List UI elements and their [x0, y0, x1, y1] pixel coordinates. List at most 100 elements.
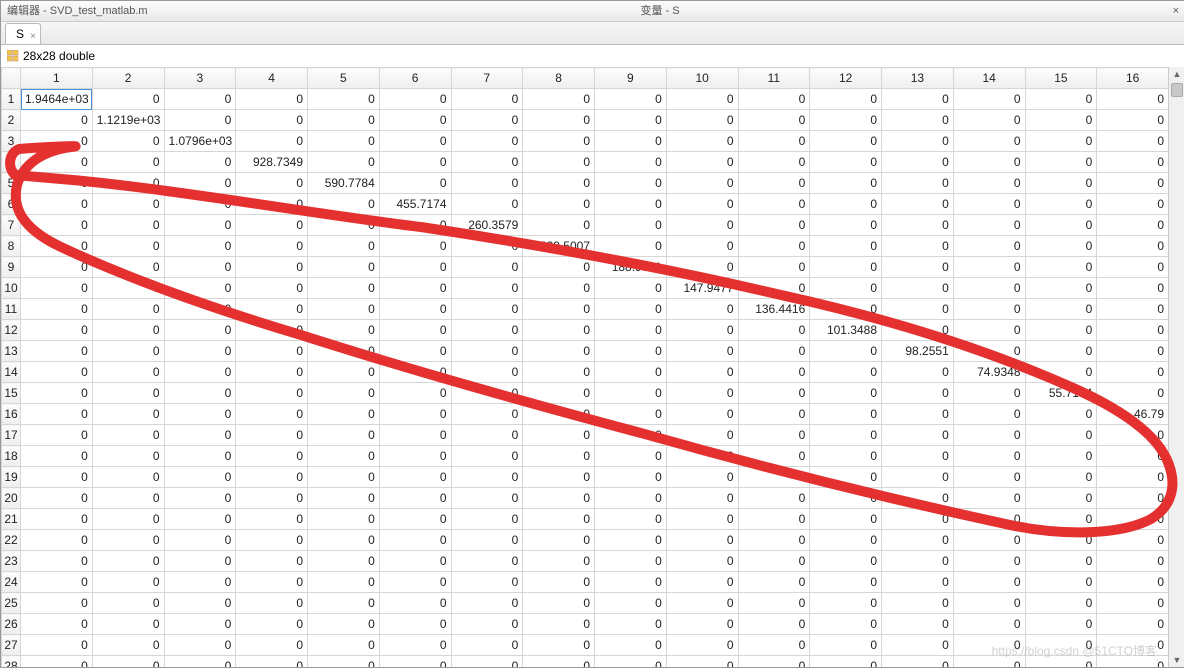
- cell[interactable]: 0: [21, 425, 93, 446]
- cell[interactable]: 0: [1097, 530, 1169, 551]
- cell[interactable]: 0: [308, 425, 380, 446]
- cell[interactable]: 0: [92, 404, 164, 425]
- col-header[interactable]: 5: [308, 68, 380, 89]
- cell[interactable]: 0: [595, 572, 667, 593]
- cell[interactable]: 0: [164, 383, 236, 404]
- cell[interactable]: 0: [451, 131, 523, 152]
- cell[interactable]: 0: [21, 131, 93, 152]
- cell[interactable]: 0: [451, 488, 523, 509]
- cell[interactable]: 0: [236, 509, 308, 530]
- cell[interactable]: 1.1219e+03: [92, 110, 164, 131]
- cell[interactable]: 0: [308, 278, 380, 299]
- cell[interactable]: 0: [953, 215, 1025, 236]
- cell[interactable]: 0: [882, 509, 954, 530]
- cell[interactable]: 590.7784: [308, 173, 380, 194]
- cell[interactable]: 0: [308, 194, 380, 215]
- cell[interactable]: 0: [451, 446, 523, 467]
- cell[interactable]: 0: [379, 383, 451, 404]
- cell[interactable]: 0: [595, 89, 667, 110]
- cell[interactable]: 0: [738, 320, 810, 341]
- cell[interactable]: 0: [523, 614, 595, 635]
- cell[interactable]: 0: [236, 593, 308, 614]
- row-header[interactable]: 14: [2, 362, 21, 383]
- cell[interactable]: 0: [810, 467, 882, 488]
- cell[interactable]: 0: [953, 509, 1025, 530]
- cell[interactable]: 1.9464e+03: [21, 89, 93, 110]
- cell[interactable]: 74.9348: [953, 362, 1025, 383]
- cell[interactable]: 0: [523, 110, 595, 131]
- cell[interactable]: 0: [164, 152, 236, 173]
- cell[interactable]: 0: [21, 509, 93, 530]
- cell[interactable]: 0: [164, 656, 236, 668]
- cell[interactable]: 0: [308, 404, 380, 425]
- row-header[interactable]: 16: [2, 404, 21, 425]
- cell[interactable]: 0: [666, 257, 738, 278]
- cell[interactable]: 0: [379, 551, 451, 572]
- row-header[interactable]: 21: [2, 509, 21, 530]
- cell[interactable]: 0: [164, 299, 236, 320]
- cell[interactable]: 0: [523, 320, 595, 341]
- cell[interactable]: 0: [92, 320, 164, 341]
- cell[interactable]: 0: [953, 110, 1025, 131]
- cell[interactable]: 0: [92, 572, 164, 593]
- cell[interactable]: 0: [738, 362, 810, 383]
- cell[interactable]: 0: [308, 551, 380, 572]
- cell[interactable]: 0: [1097, 152, 1169, 173]
- data-grid[interactable]: 1234567891011121314151611.9464e+03000000…: [1, 67, 1169, 667]
- cell[interactable]: 0: [451, 656, 523, 668]
- cell[interactable]: 0: [1097, 341, 1169, 362]
- cell[interactable]: 0: [451, 383, 523, 404]
- row-header[interactable]: 15: [2, 383, 21, 404]
- cell[interactable]: 0: [666, 530, 738, 551]
- col-header[interactable]: 16: [1097, 68, 1169, 89]
- cell[interactable]: 0: [1097, 614, 1169, 635]
- cell[interactable]: 0: [92, 89, 164, 110]
- cell[interactable]: 0: [595, 236, 667, 257]
- cell[interactable]: 0: [379, 467, 451, 488]
- cell[interactable]: 0: [666, 467, 738, 488]
- cell[interactable]: 0: [379, 530, 451, 551]
- row-header[interactable]: 22: [2, 530, 21, 551]
- cell[interactable]: 0: [308, 467, 380, 488]
- row-header[interactable]: 1: [2, 89, 21, 110]
- cell[interactable]: 0: [379, 362, 451, 383]
- cell[interactable]: 0: [379, 110, 451, 131]
- cell[interactable]: 0: [523, 656, 595, 668]
- cell[interactable]: 0: [21, 467, 93, 488]
- cell[interactable]: 0: [1025, 635, 1097, 656]
- cell[interactable]: 0: [1025, 656, 1097, 668]
- cell[interactable]: 0: [236, 173, 308, 194]
- cell[interactable]: 0: [882, 131, 954, 152]
- cell[interactable]: 0: [953, 383, 1025, 404]
- cell[interactable]: 0: [666, 236, 738, 257]
- col-header[interactable]: 1: [21, 68, 93, 89]
- cell[interactable]: 0: [1097, 236, 1169, 257]
- cell[interactable]: 0: [21, 383, 93, 404]
- cell[interactable]: 0: [164, 551, 236, 572]
- cell[interactable]: 0: [379, 173, 451, 194]
- cell[interactable]: 0: [92, 488, 164, 509]
- cell[interactable]: 0: [738, 194, 810, 215]
- cell[interactable]: 0: [595, 509, 667, 530]
- row-header[interactable]: 11: [2, 299, 21, 320]
- cell[interactable]: 0: [451, 341, 523, 362]
- cell[interactable]: 0: [810, 173, 882, 194]
- cell[interactable]: 0: [666, 404, 738, 425]
- cell[interactable]: 0: [308, 509, 380, 530]
- cell[interactable]: 0: [308, 152, 380, 173]
- cell[interactable]: 0: [1025, 278, 1097, 299]
- cell[interactable]: 0: [738, 614, 810, 635]
- cell[interactable]: 0: [953, 236, 1025, 257]
- cell[interactable]: 0: [810, 152, 882, 173]
- cell[interactable]: 0: [1097, 299, 1169, 320]
- cell[interactable]: 0: [379, 89, 451, 110]
- cell[interactable]: 0: [236, 110, 308, 131]
- cell[interactable]: 0: [164, 278, 236, 299]
- cell[interactable]: 0: [953, 488, 1025, 509]
- cell[interactable]: 0: [810, 656, 882, 668]
- cell[interactable]: 0: [666, 656, 738, 668]
- cell[interactable]: 0: [523, 488, 595, 509]
- row-header[interactable]: 25: [2, 593, 21, 614]
- cell[interactable]: 0: [882, 152, 954, 173]
- cell[interactable]: 0: [451, 593, 523, 614]
